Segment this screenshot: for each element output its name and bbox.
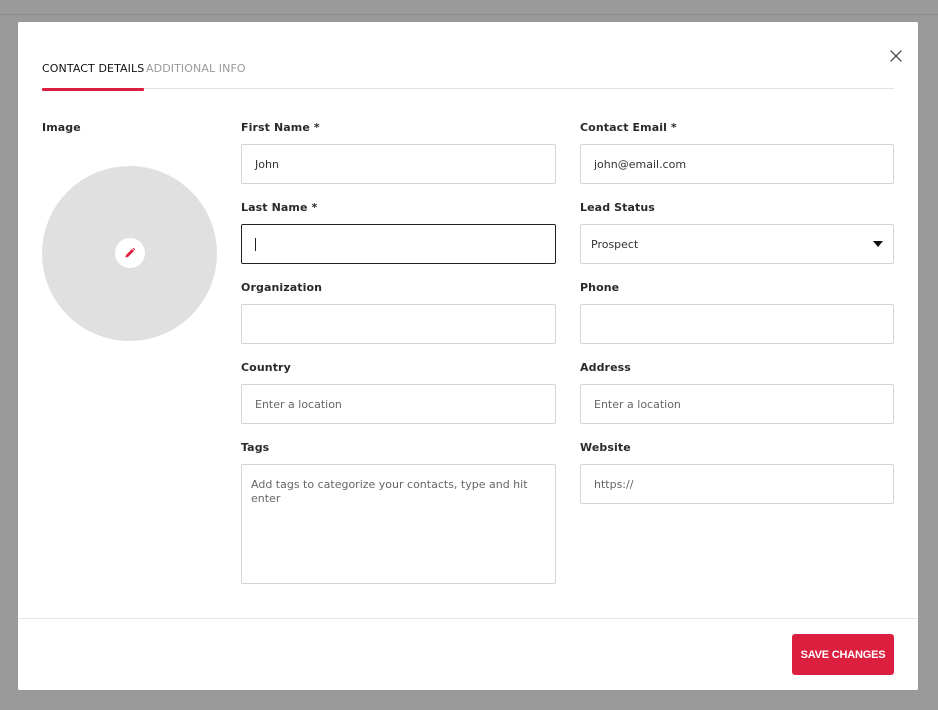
tab-additional-info[interactable]: ADDITIONAL INFO	[146, 62, 246, 89]
chevron-down-icon	[873, 241, 883, 247]
phone-label: Phone	[580, 281, 620, 294]
save-changes-button[interactable]: SAVE CHANGES	[792, 634, 894, 675]
tab-bar: CONTACT DETAILS ADDITIONAL INFO	[42, 62, 894, 91]
organization-input[interactable]	[241, 304, 556, 344]
last-name-label: Last Name *	[241, 201, 318, 214]
last-name-input[interactable]	[241, 224, 556, 264]
website-input[interactable]: https://	[580, 464, 894, 504]
tab-contact-details[interactable]: CONTACT DETAILS	[42, 62, 145, 91]
contact-email-label: Contact Email *	[580, 121, 677, 134]
text-caret	[255, 237, 256, 251]
lead-status-value: Prospect	[591, 237, 639, 251]
avatar-placeholder[interactable]	[42, 166, 217, 341]
image-label: Image	[42, 121, 81, 134]
lead-status-select[interactable]: Prospect	[580, 224, 894, 264]
country-input[interactable]: Enter a location	[241, 384, 556, 424]
tags-input[interactable]: Add tags to categorize your contacts, ty…	[241, 464, 556, 584]
first-name-label: First Name *	[241, 121, 320, 134]
country-label: Country	[241, 361, 291, 374]
pencil-icon	[125, 247, 136, 258]
first-name-input[interactable]: John	[241, 144, 556, 184]
address-label: Address	[580, 361, 631, 374]
footer-divider	[18, 618, 918, 619]
website-label: Website	[580, 441, 631, 454]
lead-status-label: Lead Status	[580, 201, 655, 214]
address-input[interactable]: Enter a location	[580, 384, 894, 424]
edit-image-button[interactable]	[115, 238, 145, 268]
tags-label: Tags	[241, 441, 270, 454]
backdrop	[0, 0, 938, 15]
edit-contact-modal: CONTACT DETAILS ADDITIONAL INFO Image Fi…	[18, 22, 918, 690]
phone-input[interactable]	[580, 304, 894, 344]
contact-email-input[interactable]: john@email.com	[580, 144, 894, 184]
organization-label: Organization	[241, 281, 323, 294]
